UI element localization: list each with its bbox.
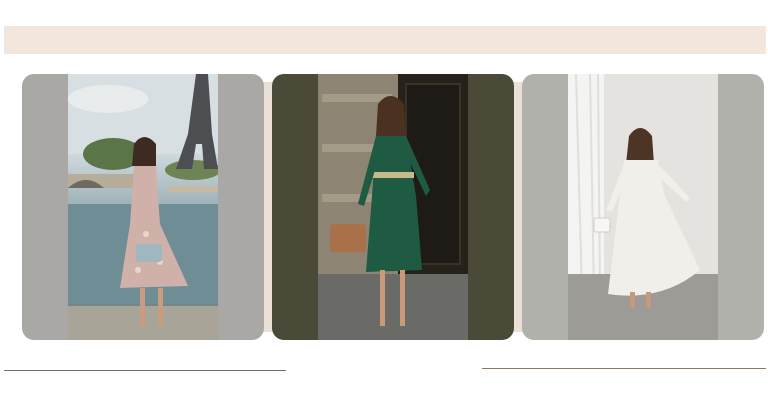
photo-illustration: [318, 74, 468, 340]
gallery-card-2[interactable]: [272, 74, 514, 340]
photo-green-dress: [318, 74, 468, 340]
gallery-card-3[interactable]: [522, 74, 764, 340]
photo-illustration: [568, 74, 718, 340]
gallery-card-1[interactable]: [22, 74, 264, 340]
top-banner: [4, 26, 766, 54]
photo-illustration: [68, 74, 218, 340]
divider-left: [4, 370, 286, 371]
photo-floral-dress-paris: [68, 74, 218, 340]
divider-right: [482, 368, 766, 369]
photo-white-dress: [568, 74, 718, 340]
page: [0, 0, 768, 402]
